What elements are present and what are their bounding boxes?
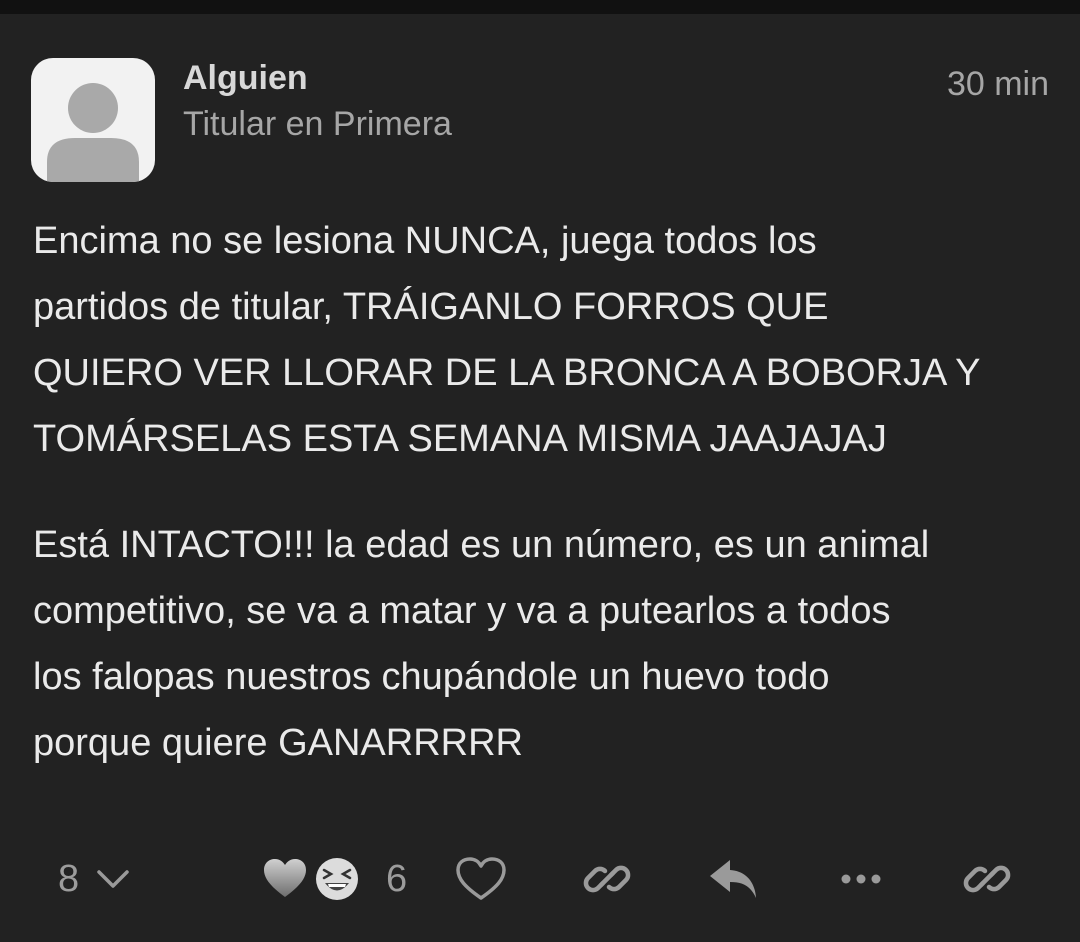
chevron-down-icon xyxy=(97,870,129,888)
link-icon xyxy=(963,865,1011,893)
post-body: Encima no se lesiona NUNCA, juega todos … xyxy=(33,208,1053,816)
reactions-summary[interactable]: 6 xyxy=(262,844,407,914)
reply-icon xyxy=(710,860,756,898)
grey-heart-emoji xyxy=(264,859,306,897)
post-paragraph-2: Está INTACTO!!! la edad es un número, es… xyxy=(33,524,930,764)
replies-count: 8 xyxy=(58,857,80,900)
post-actions-bar: 8 6 xyxy=(0,844,1080,914)
laughing-emoji xyxy=(316,858,358,900)
like-button[interactable] xyxy=(455,844,507,914)
link-icon xyxy=(583,865,631,893)
post-card: Alguien Titular en Primera 30 min Encima… xyxy=(0,14,1080,942)
avatar[interactable] xyxy=(31,58,155,182)
user-silhouette-icon xyxy=(47,83,139,182)
reactions-count: 6 xyxy=(386,857,408,900)
replies-toggle[interactable]: 8 xyxy=(58,844,133,914)
post-timestamp: 30 min xyxy=(946,65,1049,103)
more-options-button[interactable] xyxy=(838,844,884,914)
share-link-button[interactable] xyxy=(962,844,1012,914)
top-bar xyxy=(0,0,1080,14)
author-name[interactable]: Alguien xyxy=(183,58,308,98)
copy-link-button[interactable] xyxy=(582,844,632,914)
author-title: Titular en Primera xyxy=(183,105,452,143)
more-icon xyxy=(841,874,881,884)
heart-outline-icon xyxy=(456,857,506,900)
reply-button[interactable] xyxy=(706,844,762,914)
post-paragraph-1: Encima no se lesiona NUNCA, juega todos … xyxy=(33,220,981,460)
